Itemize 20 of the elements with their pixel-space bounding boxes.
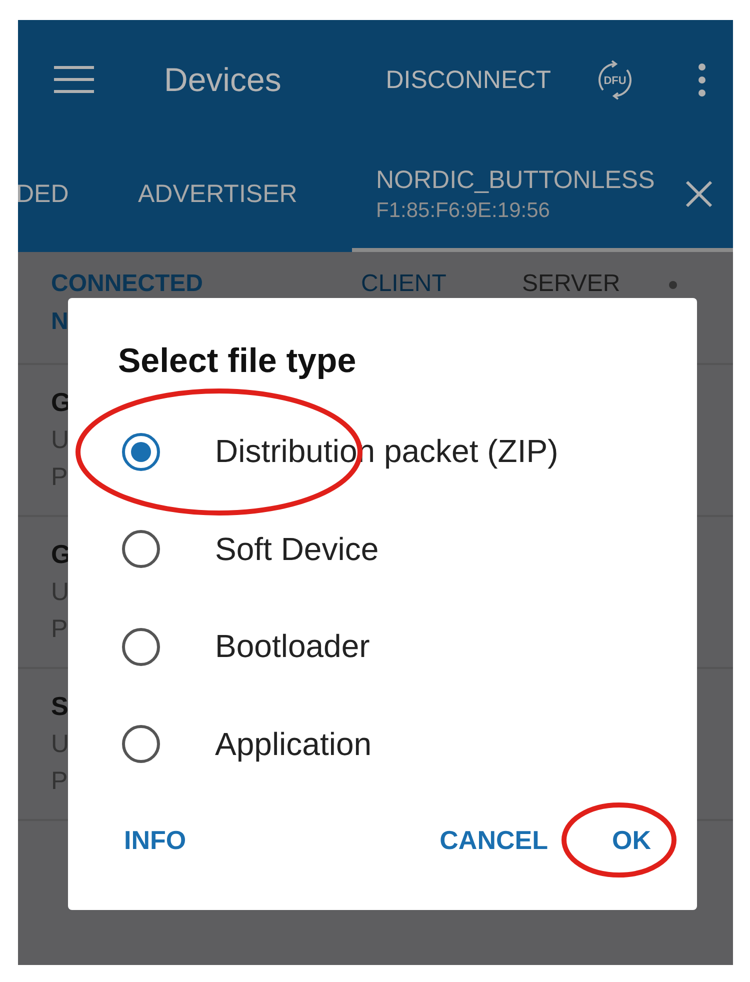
option-label[interactable]: Soft Device: [215, 530, 379, 568]
dialog-button[interactable]: CANCEL: [428, 817, 560, 864]
dialog-button[interactable]: INFO: [112, 817, 198, 864]
connection-status-detail: N: [51, 308, 70, 336]
screen-title: Devices: [164, 61, 282, 99]
close-icon[interactable]: [685, 180, 713, 208]
radio-button[interactable]: [122, 530, 160, 568]
device-tab[interactable]: DED: [18, 140, 138, 252]
device-tab[interactable]: NORDIC_BUTTONLESS F1:85:F6:9E:19:56: [352, 140, 733, 252]
device-tab[interactable]: ADVERTISER: [138, 140, 352, 252]
option-label[interactable]: Application: [215, 726, 372, 763]
service-name: S: [51, 691, 68, 722]
radio-button[interactable]: [122, 628, 160, 666]
disconnect-button[interactable]: DISCONNECT: [386, 66, 551, 94]
option-label[interactable]: Bootloader: [215, 628, 370, 666]
radio-button[interactable]: [122, 725, 160, 764]
connection-status: CONNECTED: [51, 270, 204, 298]
dialog-title: Select file type: [117, 342, 358, 381]
radio-button[interactable]: [122, 432, 160, 471]
menu-icon[interactable]: [54, 66, 94, 94]
